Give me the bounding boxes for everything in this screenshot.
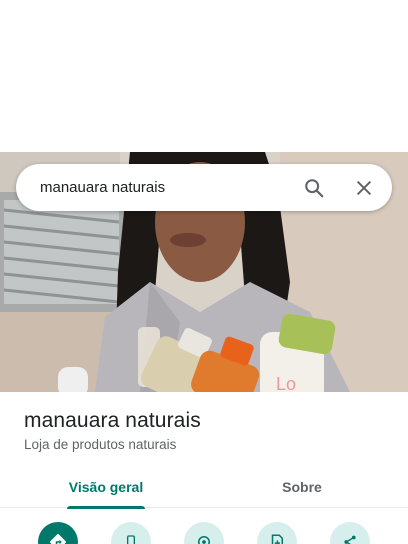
map-blank-area <box>0 0 408 152</box>
tab-overview[interactable]: Visão geral <box>34 466 178 509</box>
directions-icon <box>50 534 66 544</box>
action-buttons-row <box>0 522 408 544</box>
share-button[interactable] <box>330 522 370 544</box>
place-category[interactable]: Loja de produtos naturais <box>24 437 176 452</box>
place-tabs: Visão geral Sobre <box>0 466 408 509</box>
search-icon <box>305 178 324 197</box>
search-button[interactable] <box>294 168 334 208</box>
search-bar <box>16 164 392 211</box>
close-icon <box>357 180 371 195</box>
tab-overview-label: Visão geral <box>68 479 144 495</box>
phone-icon <box>127 535 135 544</box>
search-input[interactable] <box>16 164 294 211</box>
share-icon <box>344 535 356 544</box>
place-name: manauara naturais <box>24 409 201 432</box>
clear-search-button[interactable] <box>344 168 384 208</box>
add-document-icon <box>271 534 283 544</box>
active-tab-indicator <box>67 506 145 509</box>
location-icon <box>198 536 210 544</box>
location-button[interactable] <box>184 522 224 544</box>
tab-about[interactable]: Sobre <box>230 466 374 508</box>
call-button[interactable] <box>111 522 151 544</box>
svg-text:Lo: Lo <box>276 374 296 392</box>
tab-about-label: Sobre <box>282 479 322 495</box>
add-document-button[interactable] <box>257 522 297 544</box>
directions-button[interactable] <box>38 522 78 544</box>
